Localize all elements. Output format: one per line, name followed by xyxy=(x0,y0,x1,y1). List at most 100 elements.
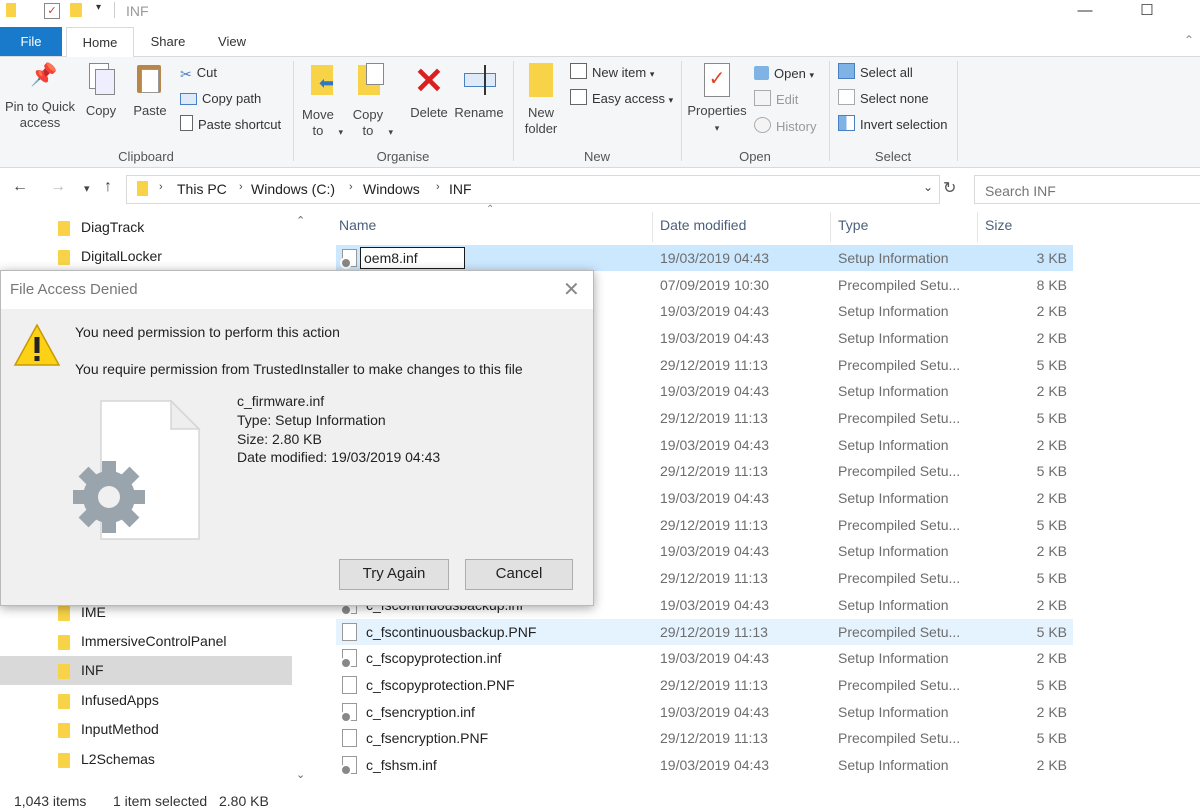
new-folder-qat-icon[interactable] xyxy=(70,3,82,17)
nav-item-immersivecontrolpanel[interactable]: ImmersiveControlPanel xyxy=(0,627,292,656)
properties-button[interactable]: ✓ Properties ▾ xyxy=(686,63,748,136)
breadcrumb-windows-c[interactable]: Windows (C:) xyxy=(251,181,335,197)
copy-path-button[interactable]: Copy path xyxy=(180,88,261,110)
dialog-file-name: c_firmware.inf xyxy=(237,393,325,409)
paste-button[interactable]: Paste xyxy=(128,63,172,119)
file-type: Setup Information xyxy=(838,757,949,773)
address-bar[interactable]: › This PC › Windows (C:) › Windows › INF… xyxy=(126,175,940,204)
scroll-up-icon[interactable]: ⌃ xyxy=(296,214,305,227)
breadcrumb-inf[interactable]: INF xyxy=(449,181,472,197)
cut-button[interactable]: ✂ Cut xyxy=(180,62,217,84)
invert-selection-button[interactable]: Invert selection xyxy=(838,114,947,136)
search-input[interactable] xyxy=(983,182,1187,200)
file-date: 19/03/2019 04:43 xyxy=(660,303,769,319)
nav-item-diagtrack[interactable]: DiagTrack xyxy=(0,213,292,242)
column-separator[interactable] xyxy=(652,212,653,242)
column-header-type[interactable]: Type xyxy=(838,217,868,233)
column-header-size[interactable]: Size xyxy=(985,217,1012,233)
title-bar: ✓ ▾ INF — ☐ xyxy=(0,0,1200,27)
organise-group-label: Organise xyxy=(376,149,430,164)
pin-quick-access-button[interactable]: 📌 Pin to Quick access xyxy=(2,64,78,131)
minimize-button[interactable]: — xyxy=(1062,0,1108,24)
chevron-right-icon[interactable]: › xyxy=(349,181,353,193)
rename-button[interactable]: Rename xyxy=(454,63,504,121)
group-separator xyxy=(829,61,830,161)
breadcrumb-windows[interactable]: Windows xyxy=(363,181,420,197)
table-row[interactable]: c_fscopyprotection.PNF 29/12/2019 11:13 Pr… xyxy=(336,672,1073,698)
chevron-right-icon[interactable]: › xyxy=(159,181,163,193)
nav-item-l2schemas[interactable]: L2Schemas xyxy=(0,745,292,774)
rename-input[interactable]: oem8.inf xyxy=(360,247,465,269)
dialog-file-date: Date modified: 19/03/2019 04:43 xyxy=(237,449,441,465)
table-row[interactable]: c_fscopyprotection.inf 19/03/2019 04:43 Se… xyxy=(336,645,1073,671)
new-item-icon xyxy=(570,63,587,79)
collapse-ribbon-icon[interactable]: ⌃ xyxy=(1184,33,1194,47)
column-header-name[interactable]: Name xyxy=(339,217,376,233)
setup-file-icon xyxy=(73,399,201,540)
file-type: Setup Information xyxy=(838,490,949,506)
column-header-date[interactable]: Date modified xyxy=(660,217,746,233)
cancel-button[interactable]: Cancel xyxy=(465,559,573,590)
folder-icon xyxy=(58,635,70,650)
tab-file[interactable]: File xyxy=(0,27,62,56)
nav-item-infusedapps[interactable]: InfusedApps xyxy=(0,686,292,715)
new-folder-button[interactable]: New folder xyxy=(518,63,564,137)
refresh-icon[interactable]: ↻ xyxy=(943,178,956,198)
file-size: 2 KB xyxy=(1036,490,1067,506)
select-all-button[interactable]: Select all xyxy=(838,62,913,84)
nav-item-inputmethod[interactable]: InputMethod xyxy=(0,715,292,744)
up-arrow-icon[interactable]: ↑ xyxy=(104,178,112,196)
qat-dropdown-icon[interactable]: ▾ xyxy=(96,2,101,13)
scroll-down-icon[interactable]: ⌄ xyxy=(296,768,305,781)
delete-button[interactable]: ✕ Delete xyxy=(406,63,452,121)
nav-item-inf[interactable]: INF xyxy=(0,656,292,685)
paste-shortcut-button[interactable]: Paste shortcut xyxy=(180,114,281,136)
maximize-button[interactable]: ☐ xyxy=(1124,0,1170,24)
edit-button[interactable]: Edit xyxy=(754,89,798,111)
file-size: 8 KB xyxy=(1036,277,1067,293)
history-icon xyxy=(754,117,771,133)
address-dropdown-icon[interactable]: ⌄ xyxy=(923,180,933,194)
table-row[interactable]: c_fsencryption.inf 19/03/2019 04:43 Setup … xyxy=(336,699,1073,725)
tab-home[interactable]: Home xyxy=(66,27,134,58)
nav-item-digitallocker[interactable]: DigitalLocker xyxy=(0,242,292,271)
close-icon[interactable]: ✕ xyxy=(563,277,580,302)
tab-share[interactable]: Share xyxy=(140,27,196,56)
properties-label: Properties xyxy=(687,103,747,118)
select-none-icon xyxy=(838,89,855,105)
new-item-button[interactable]: New item ▾ xyxy=(570,62,654,84)
chevron-right-icon[interactable]: › xyxy=(239,181,243,193)
paste-shortcut-label: Paste shortcut xyxy=(198,117,282,132)
file-name: c_fshsm.inf xyxy=(366,757,437,773)
history-button[interactable]: History xyxy=(754,116,816,138)
table-row[interactable]: oem8.inf 19/03/2019 04:43 Setup Informat… xyxy=(336,245,1073,271)
column-separator[interactable] xyxy=(830,212,831,242)
sort-ascending-icon: ⌃ xyxy=(486,204,495,215)
select-none-button[interactable]: Select none xyxy=(838,88,929,110)
easy-access-button[interactable]: Easy access ▾ xyxy=(570,88,673,110)
back-arrow-icon[interactable]: ← xyxy=(12,178,28,196)
search-box[interactable] xyxy=(974,175,1200,204)
file-date: 19/03/2019 04:43 xyxy=(660,383,769,399)
try-again-button[interactable]: Try Again xyxy=(339,559,449,590)
table-row[interactable]: c_fshsm.inf 19/03/2019 04:43 Setup Informa… xyxy=(336,752,1073,778)
forward-arrow-icon[interactable]: → xyxy=(50,178,66,196)
move-to-button[interactable]: ⬅ Move to ▾ xyxy=(300,63,344,140)
copy-icon xyxy=(89,63,115,95)
properties-qat-icon[interactable]: ✓ xyxy=(44,3,60,19)
copy-button[interactable]: Copy xyxy=(80,63,122,119)
column-separator[interactable] xyxy=(977,212,978,242)
folder-icon xyxy=(58,664,70,679)
table-row[interactable]: c_fscontinuousbackup.PNF 29/12/2019 11:13… xyxy=(336,619,1073,645)
open-icon xyxy=(754,66,769,80)
chevron-right-icon[interactable]: › xyxy=(436,181,440,193)
tab-view[interactable]: View xyxy=(206,27,258,56)
copy-to-button[interactable]: Copy to ▾ xyxy=(350,63,394,140)
file-size: 3 KB xyxy=(1036,250,1067,266)
table-row[interactable]: c_fsencryption.PNF 29/12/2019 11:13 Precom… xyxy=(336,725,1073,751)
open-button[interactable]: Open ▾ xyxy=(754,63,814,85)
breadcrumb-this-pc[interactable]: This PC xyxy=(177,181,227,197)
file-date: 29/12/2019 11:13 xyxy=(660,463,768,479)
recent-locations-icon[interactable]: ▾ xyxy=(84,182,90,195)
file-date: 29/12/2019 11:13 xyxy=(660,517,768,533)
